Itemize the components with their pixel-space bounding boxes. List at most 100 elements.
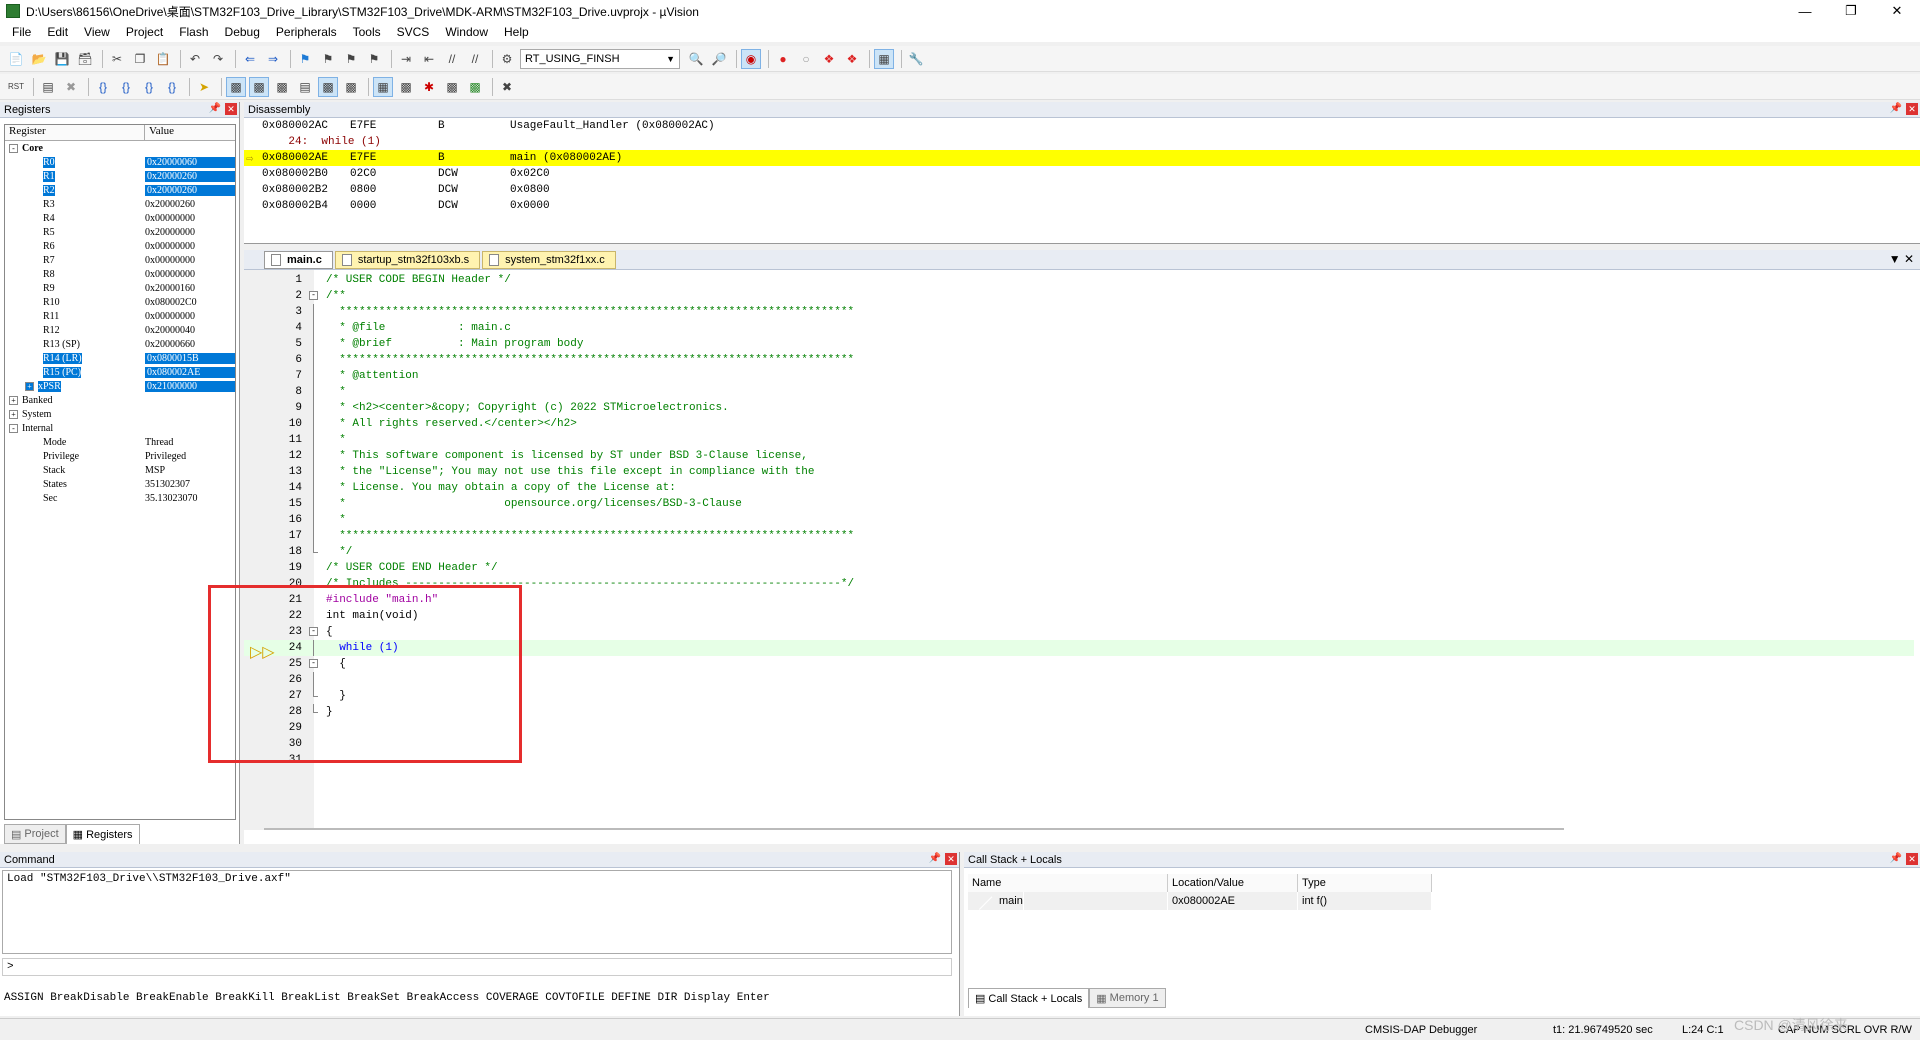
- code-line[interactable]: 30: [244, 736, 1914, 752]
- debug-start-icon[interactable]: ◉: [741, 48, 761, 69]
- code-line[interactable]: 31: [244, 752, 1914, 768]
- expand-icon[interactable]: +: [9, 409, 18, 419]
- code-line[interactable]: 15 * opensource.org/licenses/BSD-3-Claus…: [244, 496, 1914, 512]
- register-row[interactable]: R1 0x20000260: [5, 169, 235, 183]
- register-value[interactable]: 0x00000000: [145, 255, 235, 266]
- analysis-window-icon[interactable]: ✱: [419, 77, 439, 97]
- close-icon[interactable]: ✕: [1906, 103, 1918, 115]
- breakpoint-disable-icon[interactable]: ○: [796, 49, 816, 69]
- open-folder-icon[interactable]: 📂: [29, 49, 49, 69]
- register-value[interactable]: 0x080002AE: [145, 366, 235, 378]
- cut-icon[interactable]: ✂: [107, 49, 127, 69]
- uncomment-icon[interactable]: //: [465, 49, 485, 69]
- register-row[interactable]: States 351302307: [5, 477, 235, 491]
- system-viewer-icon[interactable]: ▩: [465, 77, 485, 97]
- location-column-header[interactable]: Location/Value: [1168, 874, 1298, 892]
- code-line[interactable]: 3 **************************************…: [244, 304, 1914, 320]
- trace-window-icon[interactable]: ▩: [442, 77, 462, 97]
- current-instruction-line[interactable]: ⇨ 0x080002AE E7FE Bmain (0x080002AE): [244, 150, 1920, 166]
- fold-toggle-icon[interactable]: -: [308, 656, 320, 672]
- menu-edit[interactable]: Edit: [39, 25, 76, 39]
- register-value[interactable]: 0x20000160: [145, 283, 235, 294]
- register-value[interactable]: 0x20000000: [145, 227, 235, 238]
- code-editor[interactable]: 1/* USER CODE BEGIN Header */2-/** 3 ****…: [244, 270, 1920, 844]
- step-over-icon[interactable]: {}: [116, 77, 136, 97]
- menu-help[interactable]: Help: [496, 25, 537, 39]
- register-value[interactable]: 0x20000660: [145, 339, 235, 350]
- breakpoint-kill-icon[interactable]: ❖: [819, 49, 839, 69]
- code-line[interactable]: 12 * This software component is licensed…: [244, 448, 1914, 464]
- register-row[interactable]: R7 0x00000000: [5, 253, 235, 267]
- code-line[interactable]: 22 int main(void): [244, 608, 1914, 624]
- register-row[interactable]: R3 0x20000260: [5, 197, 235, 211]
- code-line[interactable]: 21 #include "main.h": [244, 592, 1914, 608]
- register-row[interactable]: + Banked: [5, 393, 235, 407]
- code-line[interactable]: 13 * the "License"; You may not use this…: [244, 464, 1914, 480]
- unindent-icon[interactable]: ⇤: [419, 49, 439, 69]
- register-value[interactable]: 35.13023070: [145, 493, 235, 504]
- register-row[interactable]: R10 0x080002C0: [5, 295, 235, 309]
- register-value[interactable]: MSP: [145, 465, 235, 476]
- code-line[interactable]: 16 *: [244, 512, 1914, 528]
- fold-toggle-icon[interactable]: -: [308, 288, 320, 304]
- disassembly-window-icon[interactable]: ▩: [249, 76, 269, 97]
- tab-memory-1[interactable]: ▦ Memory 1: [1089, 988, 1166, 1008]
- code-line[interactable]: 26: [244, 672, 1914, 688]
- close-icon[interactable]: ✕: [1874, 0, 1920, 22]
- code-line[interactable]: 25- {: [244, 656, 1914, 672]
- code-line[interactable]: 28}: [244, 704, 1914, 720]
- horizontal-scrollbar[interactable]: [264, 828, 1564, 830]
- expand-icon[interactable]: +: [9, 395, 18, 405]
- breakpoint-disable-all-icon[interactable]: ❖: [842, 49, 862, 69]
- tab-startup-s[interactable]: startup_stm32f103xb.s: [334, 251, 481, 269]
- code-line[interactable]: 7 * @attention: [244, 368, 1914, 384]
- command-window-icon[interactable]: ▩: [226, 76, 246, 97]
- undo-icon[interactable]: ↶: [185, 49, 205, 69]
- breakpoint-insert-icon[interactable]: ●: [773, 49, 793, 69]
- register-column-header[interactable]: Register: [5, 125, 145, 140]
- register-row[interactable]: R11 0x00000000: [5, 309, 235, 323]
- tab-main-c[interactable]: main.c: [264, 251, 333, 269]
- disassembly-line[interactable]: 0x080002B2 0800 DCW 0x0800: [244, 182, 1920, 198]
- register-value[interactable]: 0x20000260: [145, 184, 235, 196]
- tab-registers[interactable]: ▦ Registers: [65, 824, 140, 844]
- expand-icon[interactable]: +: [25, 381, 34, 391]
- table-row[interactable]: main 0x080002AE int f(): [968, 892, 1438, 910]
- run-icon[interactable]: ▤: [38, 77, 58, 97]
- code-line[interactable]: 17 *************************************…: [244, 528, 1914, 544]
- menu-debug[interactable]: Debug: [217, 25, 268, 39]
- window-layout-icon[interactable]: ▦: [874, 48, 894, 69]
- tab-project[interactable]: ▤ Project: [4, 824, 66, 844]
- configure-icon[interactable]: 🔧: [906, 49, 926, 69]
- code-line[interactable]: 4 * @file : main.c: [244, 320, 1914, 336]
- register-row[interactable]: R6 0x00000000: [5, 239, 235, 253]
- register-row[interactable]: R13 (SP) 0x20000660: [5, 337, 235, 351]
- find-in-files-icon[interactable]: 🔍: [686, 49, 706, 69]
- disassembly-line[interactable]: 24: while (1): [244, 134, 1920, 150]
- call-stack-window-icon[interactable]: ▩: [318, 76, 338, 97]
- next-bookmark-icon[interactable]: ⚑: [341, 49, 361, 69]
- close-icon[interactable]: ✕: [945, 853, 957, 865]
- target-select[interactable]: RT_USING_FINSH ▼: [520, 48, 680, 69]
- name-column-header[interactable]: Name: [968, 874, 1168, 892]
- redo-icon[interactable]: ↷: [208, 49, 228, 69]
- close-icon[interactable]: ✕: [1906, 853, 1918, 865]
- register-row[interactable]: R5 0x20000000: [5, 225, 235, 239]
- stop-icon[interactable]: ✖: [61, 77, 81, 97]
- register-value[interactable]: 351302307: [145, 479, 235, 490]
- reset-icon[interactable]: RST: [6, 77, 26, 97]
- comment-icon[interactable]: //: [442, 49, 462, 69]
- register-value[interactable]: 0x080002C0: [145, 297, 235, 308]
- pin-icon[interactable]: 📌: [929, 853, 941, 864]
- value-column-header[interactable]: Value: [145, 125, 174, 140]
- register-value[interactable]: 0x00000000: [145, 213, 235, 224]
- code-line[interactable]: 14 * License. You may obtain a copy of t…: [244, 480, 1914, 496]
- step-out-icon[interactable]: {}: [139, 77, 159, 97]
- close-icon[interactable]: ✕: [225, 103, 237, 115]
- copy-icon[interactable]: ❐: [130, 49, 150, 69]
- register-row[interactable]: R2 0x20000260: [5, 183, 235, 197]
- save-all-icon[interactable]: 🗃: [75, 49, 95, 69]
- save-icon[interactable]: 💾: [52, 49, 72, 69]
- tab-callstack[interactable]: ▤ Call Stack + Locals: [968, 988, 1090, 1008]
- code-line[interactable]: 29: [244, 720, 1914, 736]
